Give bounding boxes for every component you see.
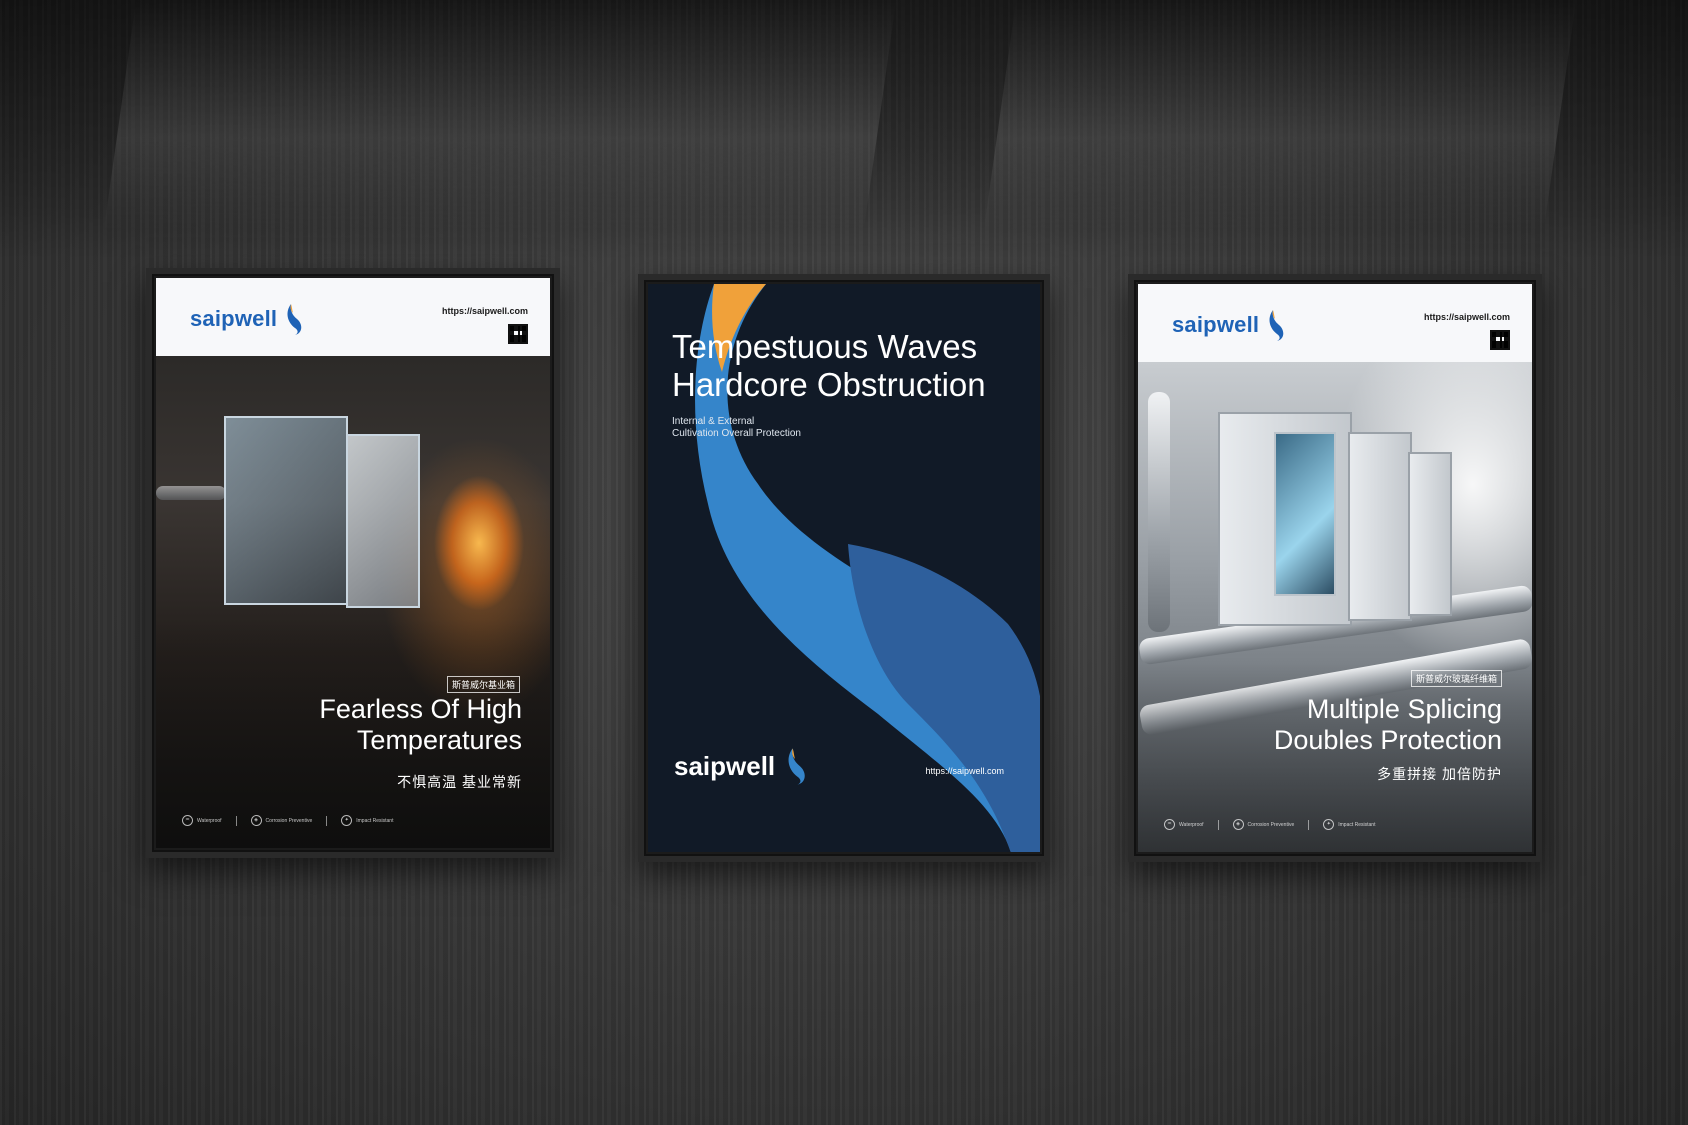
poster-title: Tempestuous Waves Hardcore Obstruction bbox=[672, 328, 986, 403]
light-streak bbox=[983, 0, 1577, 230]
brand-logo: saipwell bbox=[1172, 308, 1285, 342]
cabinet-image bbox=[224, 416, 348, 605]
poster-frame-right: saipwell https://saipwell.com 斯普威尔玻璃纤维箱 … bbox=[1128, 274, 1542, 862]
qr-code-icon bbox=[1490, 330, 1510, 350]
poster-header: saipwell https://saipwell.com bbox=[1138, 284, 1532, 362]
product-tag: 斯普威尔玻璃纤维箱 bbox=[1410, 670, 1502, 687]
feature-item: ◈ Corrosion Preventive bbox=[250, 815, 312, 826]
poster-subline: 不惧高温 基业常新 bbox=[397, 774, 522, 790]
impact-icon: ✦ bbox=[341, 815, 353, 826]
water-drop-icon: ♒ bbox=[1164, 819, 1175, 830]
feature-item: ◈ Corrosion Preventive bbox=[1232, 819, 1294, 830]
poster-frame-left: saipwell https://saipwell.com 斯普威尔基业箱 Fe… bbox=[146, 268, 560, 858]
website-url: https://saipwell.com bbox=[925, 766, 1004, 776]
poster-tempestuous-waves: Tempestuous Waves Hardcore Obstruction I… bbox=[648, 284, 1040, 852]
brand-logo: saipwell bbox=[674, 746, 807, 786]
water-drop-icon: ♒ bbox=[182, 815, 193, 826]
website-url: https://saipwell.com bbox=[441, 306, 528, 316]
wave-logo-icon bbox=[1269, 310, 1284, 341]
feature-item: ✦ Impact Resistant bbox=[341, 815, 393, 826]
poster-headline: Multiple Splicing Doubles Protection bbox=[1273, 694, 1502, 755]
poster-header: saipwell https://saipwell.com bbox=[156, 278, 550, 356]
feature-list: ♒ Waterproof ◈ Corrosion Preventive ✦ Impac… bbox=[1164, 819, 1375, 830]
poster-frame-center: Tempestuous Waves Hardcore Obstruction I… bbox=[638, 274, 1050, 862]
wave-logo-icon bbox=[788, 748, 805, 785]
feature-item: ♒ Waterproof bbox=[1164, 819, 1204, 830]
brand-name: saipwell bbox=[1172, 312, 1260, 337]
feature-list: ♒ Waterproof ◈ Corrosion Preventive ✦ Impac… bbox=[182, 815, 393, 826]
shield-icon: ◈ bbox=[1232, 819, 1244, 830]
feature-item: ♒ Waterproof bbox=[182, 815, 222, 826]
wave-logo-icon bbox=[287, 304, 302, 335]
brand-name: saipwell bbox=[190, 306, 278, 331]
shield-icon: ◈ bbox=[250, 815, 262, 826]
website-url: https://saipwell.com bbox=[1423, 312, 1510, 322]
feature-item: ✦ Impact Resistant bbox=[1323, 819, 1375, 830]
brand-name: saipwell bbox=[674, 750, 776, 781]
poster-headline: Fearless Of High Temperatures bbox=[319, 694, 522, 755]
light-streak bbox=[103, 0, 897, 230]
poster-subtitle: Internal & External Cultivation Overall … bbox=[672, 416, 801, 439]
qr-code-icon bbox=[508, 324, 528, 344]
poster-multiple-splicing: saipwell https://saipwell.com 斯普威尔玻璃纤维箱 … bbox=[1138, 284, 1532, 852]
brand-logo: saipwell bbox=[190, 302, 303, 336]
poster-subline: 多重拼接 加倍防护 bbox=[1377, 766, 1502, 782]
product-tag: 斯普威尔基业箱 bbox=[446, 676, 520, 693]
poster-high-temperatures: saipwell https://saipwell.com 斯普威尔基业箱 Fe… bbox=[156, 278, 550, 848]
impact-icon: ✦ bbox=[1323, 819, 1335, 830]
cabinet-image bbox=[1218, 412, 1352, 626]
